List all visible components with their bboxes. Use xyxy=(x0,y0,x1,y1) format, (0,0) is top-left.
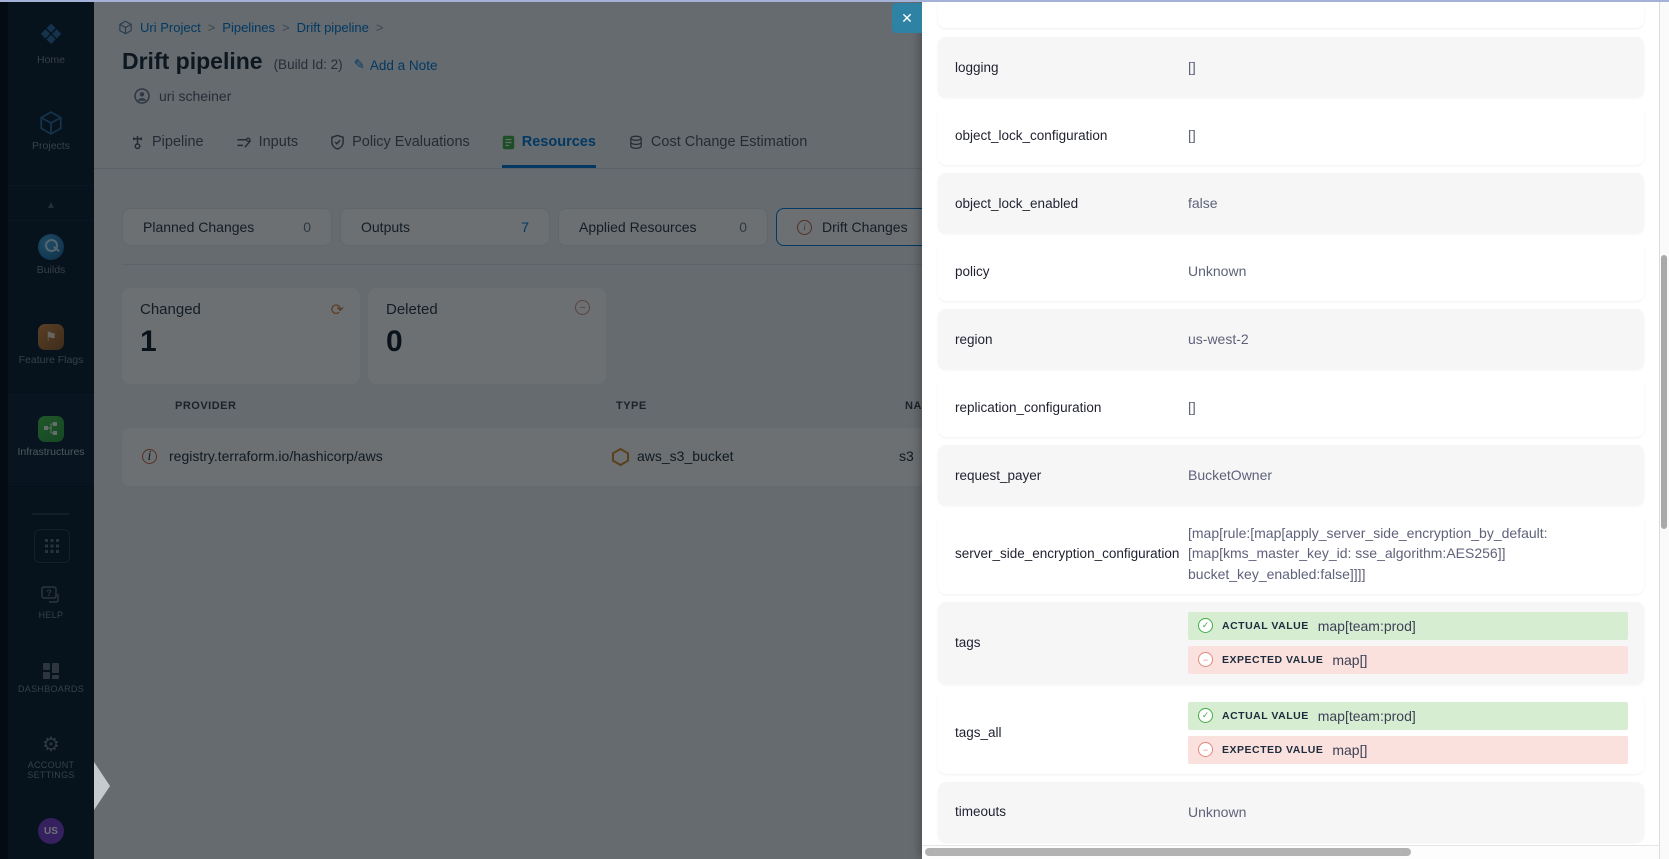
actual-value-band: ✓ ACTUAL VALUE map[team:prod] xyxy=(1188,702,1628,730)
actual-value-label: ACTUAL VALUE xyxy=(1222,620,1309,632)
expected-value: map[] xyxy=(1332,652,1367,668)
attribute-key: object_lock_enabled xyxy=(938,196,1188,211)
expected-value: map[] xyxy=(1332,742,1367,758)
horizontal-scrollbar-thumb[interactable] xyxy=(925,848,1411,856)
drift-attribute-list: logging[]object_lock_configuration[]obje… xyxy=(938,2,1644,850)
drift-attribute-row: request_payerBucketOwner xyxy=(938,445,1644,505)
drift-attribute-row: tags_all ✓ ACTUAL VALUE map[team:prod] −EXPE… xyxy=(938,692,1644,774)
vertical-scrollbar[interactable] xyxy=(1659,2,1669,859)
check-circle-icon: ✓ xyxy=(1198,618,1213,633)
expected-value-band: −EXPECTED VALUE map[] xyxy=(1188,646,1628,674)
expected-value-band: −EXPECTED VALUE map[] xyxy=(1188,736,1628,764)
attribute-key: logging xyxy=(938,60,1188,75)
horizontal-scrollbar[interactable] xyxy=(922,845,1660,859)
drift-attribute-row: object_lock_enabledfalse xyxy=(938,173,1644,233)
attribute-key: request_payer xyxy=(938,468,1188,483)
attribute-value: [] xyxy=(1188,57,1628,77)
minus-circle-icon: − xyxy=(1198,652,1213,667)
attribute-diff: ✓ ACTUAL VALUE map[team:prod] −EXPECTED VAL… xyxy=(1188,702,1628,764)
app-window: ❖ Home Projects ▲ Builds ⚑ Feature Flags… xyxy=(0,0,1669,859)
expected-value-label: EXPECTED VALUE xyxy=(1222,654,1323,666)
attribute-key: policy xyxy=(938,264,1188,279)
attribute-key: replication_configuration xyxy=(938,400,1188,415)
drift-attribute-row: object_lock_configuration[] xyxy=(938,105,1644,165)
attribute-key: region xyxy=(938,332,1188,347)
expected-value-label: EXPECTED VALUE xyxy=(1222,744,1323,756)
attribute-value: us-west-2 xyxy=(1188,329,1628,349)
attribute-value: BucketOwner xyxy=(1188,465,1628,485)
actual-value: map[team:prod] xyxy=(1318,618,1416,634)
attribute-value: Unknown xyxy=(1188,802,1628,822)
actual-value-label: ACTUAL VALUE xyxy=(1222,710,1309,722)
attribute-value: [] xyxy=(1188,125,1628,145)
drift-attribute-row: timeoutsUnknown xyxy=(938,782,1644,842)
drift-attribute-row: tags ✓ ACTUAL VALUE map[team:prod] −EXPECTED… xyxy=(938,602,1644,684)
vertical-scrollbar-thumb[interactable] xyxy=(1661,255,1667,529)
drawer-expand-handle[interactable] xyxy=(94,762,110,810)
attribute-value: [] xyxy=(1188,397,1628,417)
drift-attribute-row: regionus-west-2 xyxy=(938,309,1644,369)
minus-circle-icon: − xyxy=(1198,742,1213,757)
drift-details-drawer: logging[]object_lock_configuration[]obje… xyxy=(922,2,1660,859)
close-icon: ✕ xyxy=(901,10,913,27)
partial-scrolled-row xyxy=(938,2,1644,28)
attribute-key: server_side_encryption_configuration xyxy=(938,546,1188,561)
drawer-close-button[interactable]: ✕ xyxy=(892,3,922,33)
attribute-value: Unknown xyxy=(1188,261,1628,281)
check-circle-icon: ✓ xyxy=(1198,708,1213,723)
attribute-key: object_lock_configuration xyxy=(938,128,1188,143)
actual-value-band: ✓ ACTUAL VALUE map[team:prod] xyxy=(1188,612,1628,640)
drift-attribute-row: server_side_encryption_configuration[map… xyxy=(938,513,1644,594)
drift-attribute-row: logging[] xyxy=(938,37,1644,97)
attribute-key: tags xyxy=(938,635,1188,650)
attribute-diff: ✓ ACTUAL VALUE map[team:prod] −EXPECTED VAL… xyxy=(1188,612,1628,674)
actual-value: map[team:prod] xyxy=(1318,708,1416,724)
attribute-value: false xyxy=(1188,193,1628,213)
attribute-value: [map[rule:[map[apply_server_side_encrypt… xyxy=(1188,523,1628,584)
attribute-key: tags_all xyxy=(938,725,1188,740)
modal-dim-overlay xyxy=(0,2,922,859)
attribute-key: timeouts xyxy=(938,804,1188,819)
window-top-edge xyxy=(0,0,1669,2)
drift-attribute-row: replication_configuration[] xyxy=(938,377,1644,437)
drift-attribute-row: policyUnknown xyxy=(938,241,1644,301)
